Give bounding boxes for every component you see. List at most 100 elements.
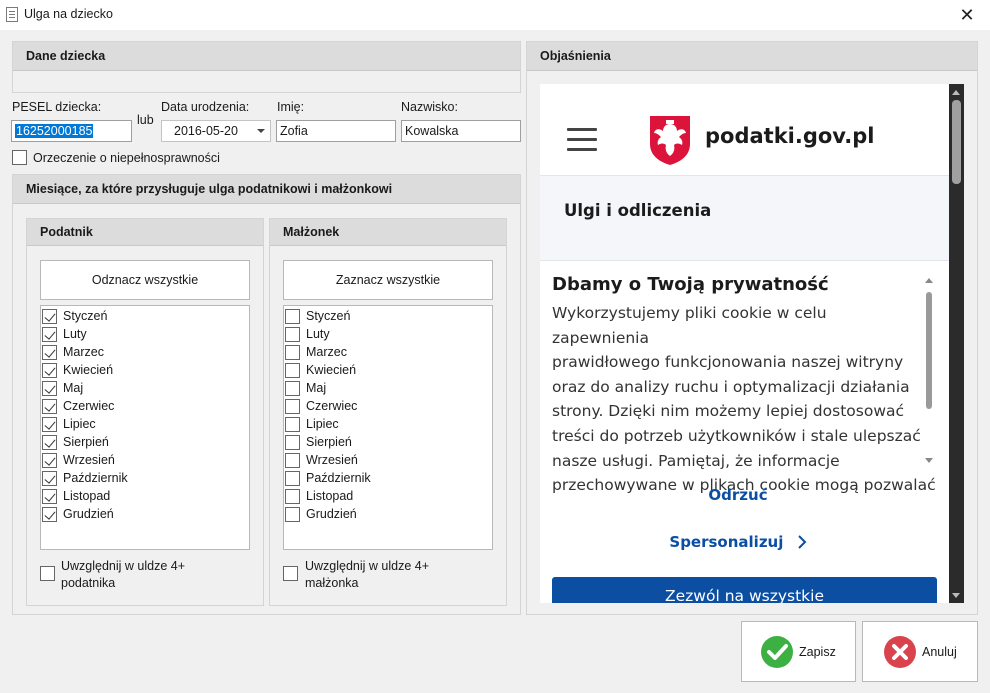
month-row[interactable]: Lipiec (42, 416, 242, 434)
pesel-label: PESEL dziecka: (12, 100, 102, 114)
month-row[interactable]: Sierpień (285, 434, 485, 452)
podatnik-month-checkbox[interactable] (42, 471, 57, 486)
podatnik-4plus-label-line1: Uwzględnij w uldze 4+ (61, 559, 186, 573)
pesel-input[interactable]: 16252000185 (11, 120, 132, 142)
month-row[interactable]: Maj (42, 380, 242, 398)
lub-label: lub (137, 113, 154, 127)
podatnik-month-checkbox[interactable] (42, 309, 57, 324)
close-icon[interactable]: ✕ (956, 4, 978, 26)
malzonek-month-checkbox[interactable] (285, 489, 300, 504)
month-row[interactable]: Grudzień (42, 506, 242, 524)
malzonek-month-checkbox[interactable] (285, 417, 300, 432)
months-header: Miesiące, za które przysługuje ulga poda… (13, 175, 520, 204)
dane-dziecka-header: Dane dziecka (13, 42, 520, 71)
cancel-label: Anuluj (922, 645, 957, 659)
podatnik-months-list[interactable]: Styczeń Luty Marzec Kwiecień Maj Czerwiec Lipi… (40, 305, 250, 550)
reject-button[interactable]: Odrzuć (552, 486, 924, 504)
podatnik-month-checkbox[interactable] (42, 435, 57, 450)
cancel-x-icon (884, 636, 916, 668)
birth-date-picker[interactable]: 2016-05-20 (161, 120, 271, 142)
site-title[interactable]: podatki.gov.pl (705, 124, 875, 148)
menu-icon[interactable] (567, 128, 597, 152)
web-view-scroll-thumb[interactable] (952, 100, 961, 184)
podatnik-4plus-checkbox[interactable] (40, 566, 55, 581)
uncheck-all-button[interactable]: Odznacz wszystkie (40, 260, 250, 300)
cookie-line: Wykorzystujemy pliki cookie w celu zapew… (552, 304, 827, 347)
month-row[interactable]: Październik (42, 470, 242, 488)
podatnik-month-checkbox[interactable] (42, 399, 57, 414)
month-label: Styczeń (63, 309, 108, 323)
month-row[interactable]: Wrzesień (285, 452, 485, 470)
dane-dziecka-panel: Dane dziecka (12, 41, 521, 93)
section-banner: Ulgi i odliczenia (540, 175, 949, 261)
month-label: Wrzesień (63, 453, 115, 467)
month-row[interactable]: Marzec (285, 344, 485, 362)
podatnik-month-checkbox[interactable] (42, 453, 57, 468)
malzonek-month-checkbox[interactable] (285, 327, 300, 342)
month-label: Luty (306, 327, 330, 341)
month-row[interactable]: Listopad (285, 488, 485, 506)
malzonek-month-checkbox[interactable] (285, 399, 300, 414)
month-label: Sierpień (63, 435, 109, 449)
month-label: Lipiec (306, 417, 339, 431)
cookie-text: Wykorzystujemy pliki cookie w celu zapew… (552, 301, 936, 498)
birth-date-label: Data urodzenia: (161, 100, 250, 114)
month-row[interactable]: Kwiecień (42, 362, 242, 380)
malzonek-month-checkbox[interactable] (285, 453, 300, 468)
last-name-input[interactable]: Kowalska (401, 120, 521, 142)
month-row[interactable]: Styczeń (285, 308, 485, 326)
cookie-scroll-down-icon[interactable] (925, 458, 933, 463)
malzonek-4plus-checkbox[interactable] (283, 566, 298, 581)
month-label: Grudzień (306, 507, 357, 521)
podatnik-month-checkbox[interactable] (42, 417, 57, 432)
eagle-emblem-icon (650, 116, 690, 165)
month-row[interactable]: Sierpień (42, 434, 242, 452)
podatnik-month-checkbox[interactable] (42, 381, 57, 396)
first-name-input[interactable]: Zofia (276, 120, 396, 142)
month-row[interactable]: Październik (285, 470, 485, 488)
malzonek-month-checkbox[interactable] (285, 309, 300, 324)
malzonek-month-checkbox[interactable] (285, 381, 300, 396)
month-row[interactable]: Marzec (42, 344, 242, 362)
month-row[interactable]: Kwiecień (285, 362, 485, 380)
scroll-down-icon[interactable] (952, 593, 960, 598)
scroll-up-icon[interactable] (952, 90, 960, 95)
malzonek-month-checkbox[interactable] (285, 507, 300, 522)
personalize-button[interactable]: Spersonalizuj (552, 533, 924, 551)
allow-all-button[interactable]: Zezwól na wszystkie (552, 577, 937, 603)
podatnik-month-checkbox[interactable] (42, 507, 57, 522)
month-label: Maj (306, 381, 327, 395)
month-label: Lipiec (63, 417, 96, 431)
cookie-scroll-up-icon[interactable] (925, 278, 933, 283)
save-button[interactable]: Zapisz (741, 621, 856, 682)
month-label: Sierpień (306, 435, 352, 449)
malzonek-month-checkbox[interactable] (285, 435, 300, 450)
month-row[interactable]: Wrzesień (42, 452, 242, 470)
podatnik-month-checkbox[interactable] (42, 363, 57, 378)
cancel-button[interactable]: Anuluj (862, 621, 978, 682)
month-row[interactable]: Czerwiec (42, 398, 242, 416)
chevron-down-icon[interactable] (257, 129, 265, 133)
cookie-line: strony. Dzięki nim możemy lepiej dostoso… (552, 402, 905, 421)
podatnik-month-checkbox[interactable] (42, 489, 57, 504)
malzonek-month-checkbox[interactable] (285, 471, 300, 486)
podatnik-month-checkbox[interactable] (42, 327, 57, 342)
podatnik-month-checkbox[interactable] (42, 345, 57, 360)
month-row[interactable]: Styczeń (42, 308, 242, 326)
month-row[interactable]: Maj (285, 380, 485, 398)
last-name-label: Nazwisko: (401, 100, 458, 114)
podatnik-4plus-label-line2: podatnika (61, 576, 116, 590)
web-view[interactable]: podatki.gov.pl Ulgi i odliczenia Dbamy o… (540, 84, 964, 603)
month-row[interactable]: Lipiec (285, 416, 485, 434)
malzonek-month-checkbox[interactable] (285, 363, 300, 378)
check-all-button[interactable]: Zaznacz wszystkie (283, 260, 493, 300)
disability-checkbox[interactable] (12, 150, 27, 165)
malzonek-month-checkbox[interactable] (285, 345, 300, 360)
month-row[interactable]: Czerwiec (285, 398, 485, 416)
month-row[interactable]: Luty (42, 326, 242, 344)
malzonek-months-list[interactable]: Styczeń Luty Marzec Kwiecień Maj Czerwiec Lipi… (283, 305, 493, 550)
cookie-scrollbar-thumb[interactable] (926, 292, 932, 409)
month-row[interactable]: Grudzień (285, 506, 485, 524)
month-row[interactable]: Luty (285, 326, 485, 344)
month-row[interactable]: Listopad (42, 488, 242, 506)
